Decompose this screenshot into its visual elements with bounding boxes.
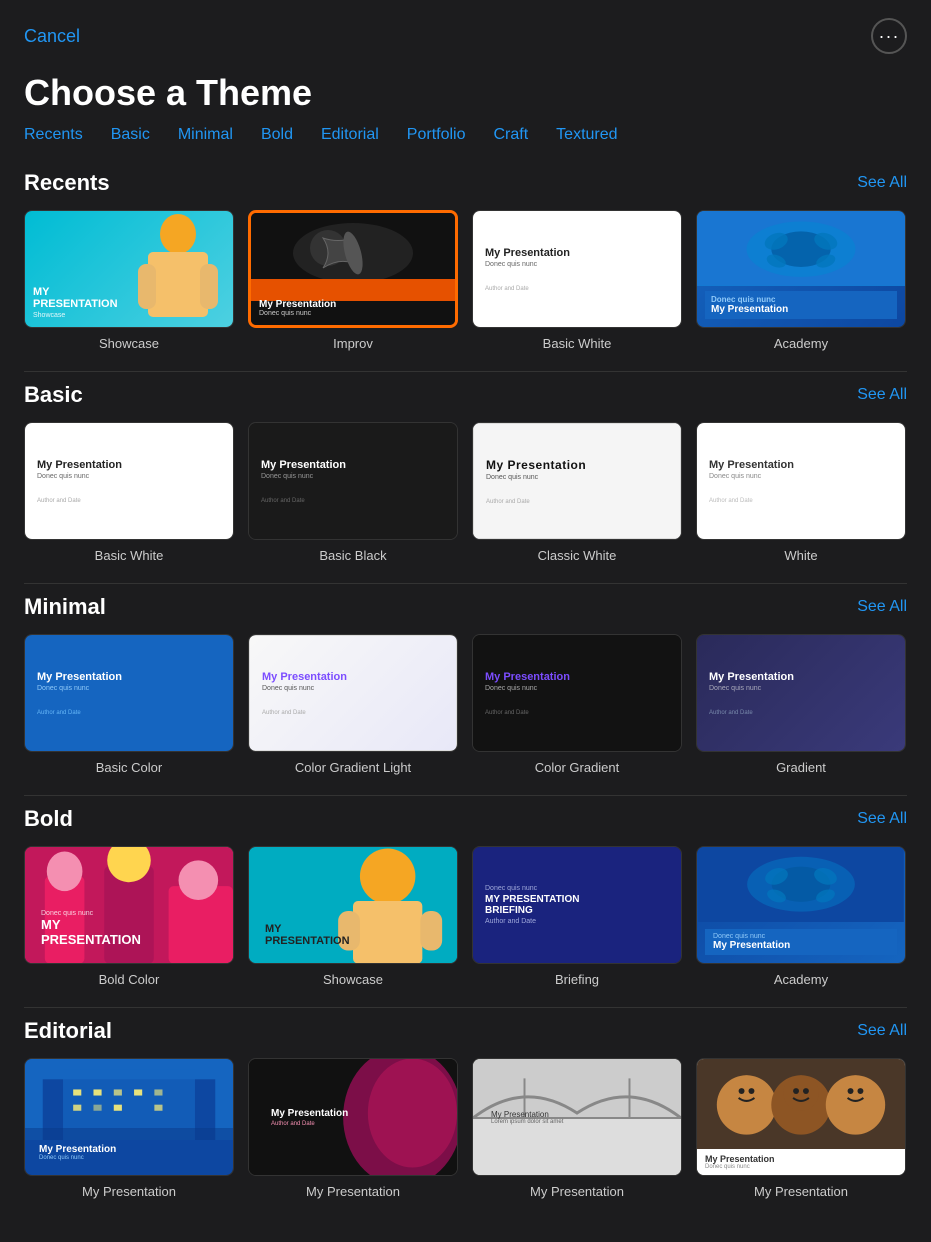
minimal-card-label-color-gradient: Color Gradient: [535, 760, 620, 775]
thumb-showcase: MYPRESENTATION Showcase: [24, 210, 234, 328]
minimal-card-gradient[interactable]: My Presentation Donec quis nunc Author a…: [696, 634, 906, 775]
editorial-header: Editorial See All: [24, 1018, 907, 1044]
thumb-gradient: My Presentation Donec quis nunc Author a…: [696, 634, 906, 752]
bold-card-label-showcase: Showcase: [323, 972, 383, 987]
minimal-title: Minimal: [24, 594, 106, 620]
thumb-color-gradient-light: My Presentation Donec quis nunc Author a…: [248, 634, 458, 752]
recents-header: Recents See All: [24, 170, 907, 196]
recents-see-all[interactable]: See All: [857, 174, 907, 192]
nav-minimal[interactable]: Minimal: [178, 126, 233, 144]
minimal-see-all[interactable]: See All: [857, 598, 907, 616]
bold-header: Bold See All: [24, 806, 907, 832]
recents-card-showcase[interactable]: MYPRESENTATION Showcase Showcase: [24, 210, 234, 351]
basic-see-all[interactable]: See All: [857, 386, 907, 404]
recents-card-label-improv: Improv: [333, 336, 373, 351]
bold-card-bold-color[interactable]: Donec quis nunc MYPRESENTATION Bold Colo…: [24, 846, 234, 987]
thumb-white: My Presentation Donec quis nunc Author a…: [696, 422, 906, 540]
recents-section: Recents See All MYPRESENTATION Showc: [0, 160, 931, 371]
editorial-card-3[interactable]: My Presentation Lorem ipsum dolor sit am…: [472, 1058, 682, 1199]
editorial-see-all[interactable]: See All: [857, 1022, 907, 1040]
editorial-card-1[interactable]: My Presentation Donec quis nunc My Prese…: [24, 1058, 234, 1199]
bold-see-all[interactable]: See All: [857, 810, 907, 828]
thumb-classic-white: My Presentation Donec quis nunc Author a…: [472, 422, 682, 540]
nav-portfolio[interactable]: Portfolio: [407, 126, 466, 144]
editorial-section: Editorial See All: [0, 1008, 931, 1219]
basic-card-label-basic-black: Basic Black: [319, 548, 386, 563]
basic-card-label-classic-white: Classic White: [538, 548, 617, 563]
minimal-card-basic-color[interactable]: My Presentation Donec quis nunc Author a…: [24, 634, 234, 775]
basic-card-label-basic-white: Basic White: [95, 548, 164, 563]
thumb-academy: Donec quis nunc My Presentation: [696, 210, 906, 328]
editorial-card-label-2: My Presentation: [306, 1184, 400, 1199]
bold-section: Bold See All: [0, 796, 931, 1007]
editorial-cards-row: My Presentation Donec quis nunc My Prese…: [24, 1058, 907, 1199]
basic-card-label-white: White: [784, 548, 817, 563]
nav-craft[interactable]: Craft: [494, 126, 529, 144]
basic-card-white[interactable]: My Presentation Donec quis nunc Author a…: [696, 422, 906, 563]
minimal-card-label-color-gradient-light: Color Gradient Light: [295, 760, 411, 775]
cancel-button[interactable]: Cancel: [24, 26, 80, 47]
basic-card-classic-white[interactable]: My Presentation Donec quis nunc Author a…: [472, 422, 682, 563]
basic-card-basic-white[interactable]: My Presentation Donec quis nunc Author a…: [24, 422, 234, 563]
thumb-basic-color: My Presentation Donec quis nunc Author a…: [24, 634, 234, 752]
bold-title: Bold: [24, 806, 73, 832]
basic-header: Basic See All: [24, 382, 907, 408]
minimal-cards-row: My Presentation Donec quis nunc Author a…: [24, 634, 907, 775]
thumb-editorial-1: My Presentation Donec quis nunc: [24, 1058, 234, 1176]
bold-card-label-bold-color: Bold Color: [99, 972, 160, 987]
thumb-bold-academy: Donec quis nunc My Presentation: [696, 846, 906, 964]
minimal-header: Minimal See All: [24, 594, 907, 620]
bold-card-label-academy: Academy: [774, 972, 828, 987]
minimal-card-label-basic-color: Basic Color: [96, 760, 162, 775]
header: Cancel ···: [0, 0, 931, 64]
nav-recents[interactable]: Recents: [24, 126, 83, 144]
editorial-card-4[interactable]: My Presentation Donec quis nunc My Prese…: [696, 1058, 906, 1199]
bold-cards-row: Donec quis nunc MYPRESENTATION Bold Colo…: [24, 846, 907, 987]
editorial-title: Editorial: [24, 1018, 112, 1044]
bold-card-showcase[interactable]: MYPRESENTATION Showcase: [248, 846, 458, 987]
bold-card-label-briefing: Briefing: [555, 972, 599, 987]
more-button[interactable]: ···: [871, 18, 907, 54]
thumb-basic-white-recent: My Presentation Donec quis nunc Author a…: [472, 210, 682, 328]
editorial-card-label-3: My Presentation: [530, 1184, 624, 1199]
nav-editorial[interactable]: Editorial: [321, 126, 379, 144]
minimal-card-color-gradient[interactable]: My Presentation Donec quis nunc Author a…: [472, 634, 682, 775]
nav-bold[interactable]: Bold: [261, 126, 293, 144]
thumb-improv: My Presentation Donec quis nunc: [248, 210, 458, 328]
basic-section: Basic See All My Presentation Donec quis…: [0, 372, 931, 583]
nav-textured[interactable]: Textured: [556, 126, 617, 144]
recents-card-academy[interactable]: Donec quis nunc My Presentation Academy: [696, 210, 906, 351]
thumb-briefing: Donec quis nunc MY PRESENTATIONBriefing …: [472, 846, 682, 964]
minimal-card-color-gradient-light[interactable]: My Presentation Donec quis nunc Author a…: [248, 634, 458, 775]
thumb-editorial-2: My Presentation Author and Date: [248, 1058, 458, 1176]
thumb-basic-black: My Presentation Donec quis nunc Author a…: [248, 422, 458, 540]
bold-card-academy[interactable]: Donec quis nunc My Presentation Academy: [696, 846, 906, 987]
minimal-section: Minimal See All My Presentation Donec qu…: [0, 584, 931, 795]
recents-title: Recents: [24, 170, 110, 196]
recents-cards-row: MYPRESENTATION Showcase Showcase My Pres…: [24, 210, 907, 351]
basic-cards-row: My Presentation Donec quis nunc Author a…: [24, 422, 907, 563]
category-nav: Recents Basic Minimal Bold Editorial Por…: [0, 126, 931, 160]
recents-card-label-showcase: Showcase: [99, 336, 159, 351]
editorial-card-2[interactable]: My Presentation Author and Date My Prese…: [248, 1058, 458, 1199]
nav-basic[interactable]: Basic: [111, 126, 150, 144]
thumb-basic-white: My Presentation Donec quis nunc Author a…: [24, 422, 234, 540]
thumb-bold-color: Donec quis nunc MYPRESENTATION: [24, 846, 234, 964]
thumb-showcase-bold: MYPRESENTATION: [248, 846, 458, 964]
recents-card-improv[interactable]: My Presentation Donec quis nunc Improv: [248, 210, 458, 351]
editorial-card-label-1: My Presentation: [82, 1184, 176, 1199]
editorial-card-label-4: My Presentation: [754, 1184, 848, 1199]
page-title: Choose a Theme: [0, 64, 931, 126]
basic-card-basic-black[interactable]: My Presentation Donec quis nunc Author a…: [248, 422, 458, 563]
basic-title: Basic: [24, 382, 83, 408]
minimal-card-label-gradient: Gradient: [776, 760, 826, 775]
thumb-editorial-3: My Presentation Lorem ipsum dolor sit am…: [472, 1058, 682, 1176]
recents-card-label-basic-white: Basic White: [543, 336, 612, 351]
recents-card-basic-white[interactable]: My Presentation Donec quis nunc Author a…: [472, 210, 682, 351]
thumb-editorial-4: My Presentation Donec quis nunc: [696, 1058, 906, 1176]
bold-card-briefing[interactable]: Donec quis nunc MY PRESENTATIONBriefing …: [472, 846, 682, 987]
recents-card-label-academy: Academy: [774, 336, 828, 351]
thumb-color-gradient: My Presentation Donec quis nunc Author a…: [472, 634, 682, 752]
